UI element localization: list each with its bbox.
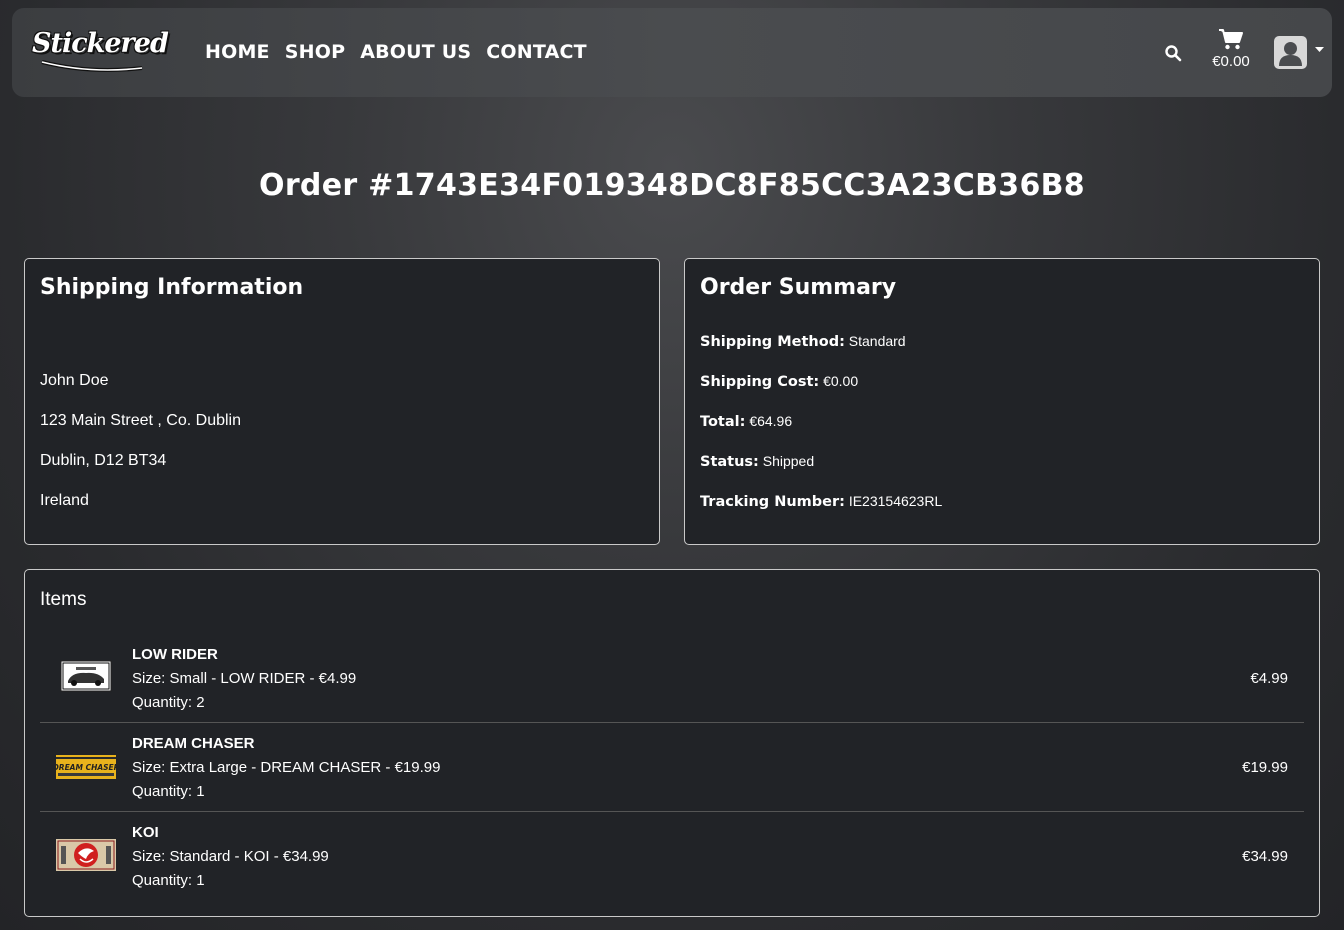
user-menu[interactable] [1274, 36, 1324, 70]
nav-about-us[interactable]: ABOUT US [360, 40, 471, 64]
dream-chaser-thumbnail: DREAM CHASER [56, 755, 116, 779]
item-name: LOW RIDER [132, 646, 218, 663]
item-quantity: Quantity: 2 [132, 694, 205, 711]
list-item: LOW RIDER Size: Small - LOW RIDER - €4.9… [40, 634, 1304, 723]
status-value: Shipped [762, 453, 815, 469]
nav-home[interactable]: HOME [205, 40, 270, 64]
item-name: DREAM CHASER [132, 735, 255, 752]
shipping-cost-value: €0.00 [823, 373, 859, 389]
dream-chaser-thumbnail-text: DREAM CHASER [56, 763, 116, 772]
shipping-city: Dublin, D12 BT34 [40, 452, 167, 469]
logo-swoosh-icon [41, 60, 143, 72]
caret-down-icon [1315, 47, 1324, 52]
item-detail: Size: Standard - KOI - €34.99 [132, 848, 329, 865]
item-name: KOI [132, 824, 159, 841]
koi-thumbnail [56, 839, 116, 871]
shipping-name: John Doe [40, 372, 109, 389]
search-icon[interactable] [1164, 44, 1182, 62]
main-nav: HOME SHOP ABOUT US CONTACT [205, 40, 602, 64]
tracking-number-row: Tracking Number: IE23154623RL [700, 493, 942, 510]
cart-icon [1219, 29, 1243, 50]
low-rider-thumbnail [60, 660, 112, 692]
items-title: Items [40, 589, 87, 610]
shipping-street: 123 Main Street , Co. Dublin [40, 412, 241, 429]
tracking-number-label: Tracking Number: [700, 494, 845, 510]
list-item: DREAM CHASER DREAM CHASER Size: Extra La… [40, 723, 1304, 812]
item-price: €34.99 [1242, 848, 1288, 865]
shipping-method-row: Shipping Method: Standard [700, 333, 906, 350]
total-value: €64.96 [749, 413, 793, 429]
item-detail: Size: Small - LOW RIDER - €4.99 [132, 670, 357, 687]
total-row: Total: €64.96 [700, 413, 792, 430]
page-title: Order #1743E34F019348DC8F85CC3A23CB36B8 [259, 168, 1085, 203]
tracking-number-value: IE23154623RL [848, 493, 943, 509]
shipping-method-label: Shipping Method: [700, 334, 845, 350]
shipping-cost-label: Shipping Cost: [700, 374, 820, 390]
nav-contact[interactable]: CONTACT [486, 40, 587, 64]
cart-total: €0.00 [1212, 53, 1250, 70]
item-price: €4.99 [1250, 670, 1288, 687]
items-card: Items LOW RIDER Size: Small - LOW RIDER … [24, 569, 1320, 917]
user-avatar-icon [1274, 36, 1307, 69]
item-quantity: Quantity: 1 [132, 872, 205, 889]
status-row: Status: Shipped [700, 453, 814, 470]
shipping-country: Ireland [40, 492, 89, 509]
nav-shop[interactable]: SHOP [285, 40, 345, 64]
list-item: KOI Size: Standard - KOI - €34.99 Quanti… [40, 812, 1304, 901]
shipping-method-value: Standard [848, 333, 906, 349]
status-label: Status: [700, 454, 759, 470]
cart-button[interactable]: €0.00 [1208, 28, 1254, 78]
order-summary-title: Order Summary [700, 275, 897, 300]
shipping-cost-row: Shipping Cost: €0.00 [700, 373, 858, 390]
navbar: Stickered HOME SHOP ABOUT US CONTACT €0.… [12, 8, 1332, 97]
total-label: Total: [700, 414, 746, 430]
logo[interactable]: Stickered [32, 24, 169, 72]
item-price: €19.99 [1242, 759, 1288, 776]
item-detail: Size: Extra Large - DREAM CHASER - €19.9… [132, 759, 441, 776]
shipping-title: Shipping Information [40, 275, 304, 300]
order-summary-card: Order Summary Shipping Method: Standard … [684, 258, 1320, 545]
item-quantity: Quantity: 1 [132, 783, 205, 800]
shipping-card: Shipping Information John Doe 123 Main S… [24, 258, 660, 545]
